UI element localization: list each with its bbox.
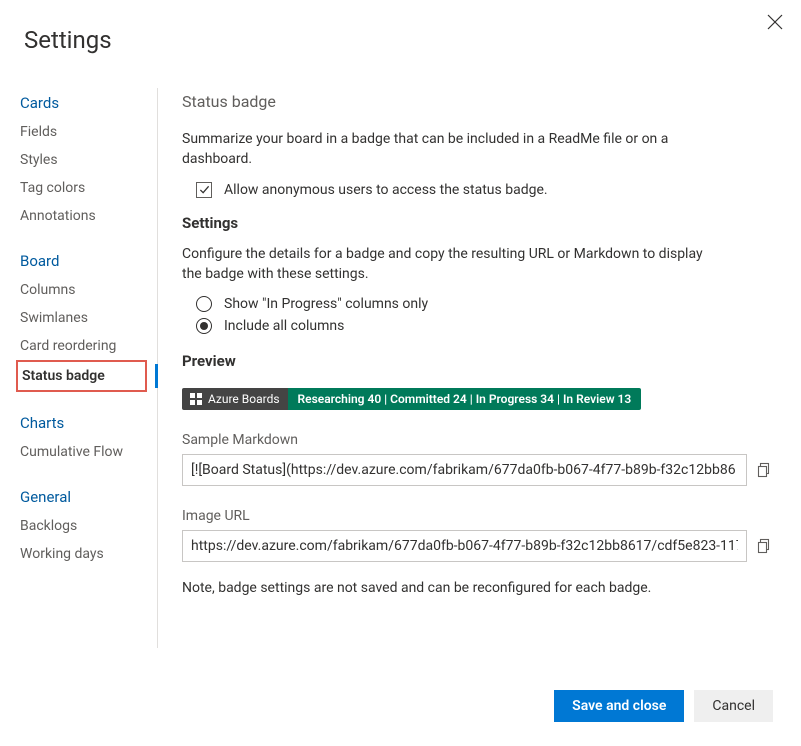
sidebar-header-cards[interactable]: Cards	[16, 88, 157, 118]
copy-icon	[757, 538, 773, 554]
imageurl-label: Image URL	[182, 508, 773, 524]
sidebar-group-general: General Backlogs Working days	[16, 482, 157, 568]
sidebar-item-tag-colors[interactable]: Tag colors	[16, 174, 157, 202]
azure-boards-icon	[190, 393, 202, 405]
sidebar-item-backlogs[interactable]: Backlogs	[16, 512, 157, 540]
sidebar-header-charts[interactable]: Charts	[16, 408, 157, 438]
sidebar-group-board: Board Columns Swimlanes Card reordering …	[16, 246, 157, 392]
sidebar-item-fields[interactable]: Fields	[16, 118, 157, 146]
radio-in-progress-only[interactable]: Show "In Progress" columns only	[196, 296, 773, 312]
sidebar-item-status-badge[interactable]: Status badge	[16, 360, 157, 392]
content-description: Summarize your board in a badge that can…	[182, 129, 712, 170]
badge-product-label: Azure Boards	[208, 392, 280, 406]
sidebar-item-styles[interactable]: Styles	[16, 146, 157, 174]
radio-label: Include all columns	[224, 318, 344, 334]
close-button[interactable]	[767, 14, 783, 30]
sidebar-item-working-days[interactable]: Working days	[16, 540, 157, 568]
radio-label: Show "In Progress" columns only	[224, 296, 428, 312]
sidebar-group-cards: Cards Fields Styles Tag colors Annotatio…	[16, 88, 157, 230]
sidebar-header-general[interactable]: General	[16, 482, 157, 512]
dialog-body: Cards Fields Styles Tag colors Annotatio…	[0, 88, 801, 648]
content-title: Status badge	[182, 92, 773, 111]
radio-icon	[196, 318, 212, 334]
settings-note: Note, badge settings are not saved and c…	[182, 580, 773, 596]
dialog-footer: Save and close Cancel	[554, 690, 773, 722]
badge-stats-segment: Researching 40 | Committed 24 | In Progr…	[288, 388, 642, 410]
sidebar-item-cumulative-flow[interactable]: Cumulative Flow	[16, 438, 157, 466]
checkmark-icon	[199, 184, 210, 195]
markdown-field-row	[182, 454, 773, 486]
copy-imageurl-button[interactable]	[757, 538, 773, 554]
badge-product-segment: Azure Boards	[182, 388, 288, 410]
content-pane: Status badge Summarize your board in a b…	[158, 88, 801, 648]
markdown-label: Sample Markdown	[182, 432, 773, 448]
copy-markdown-button[interactable]	[757, 462, 773, 478]
dialog-title: Settings	[0, 0, 801, 54]
close-icon	[767, 14, 783, 30]
imageurl-input[interactable]	[182, 530, 747, 562]
imageurl-field-row	[182, 530, 773, 562]
sidebar-item-card-reordering[interactable]: Card reordering	[16, 332, 157, 360]
sidebar-header-board[interactable]: Board	[16, 246, 157, 276]
settings-dialog: Settings Cards Fields Styles Tag colors …	[0, 0, 801, 746]
sidebar-item-columns[interactable]: Columns	[16, 276, 157, 304]
settings-subheader: Settings	[182, 214, 773, 232]
markdown-input[interactable]	[182, 454, 747, 486]
sidebar-group-charts: Charts Cumulative Flow	[16, 408, 157, 466]
save-and-close-button[interactable]: Save and close	[554, 690, 684, 722]
sidebar: Cards Fields Styles Tag colors Annotatio…	[0, 88, 158, 648]
sidebar-item-annotations[interactable]: Annotations	[16, 202, 157, 230]
allow-anonymous-checkbox[interactable]: Allow anonymous users to access the stat…	[196, 182, 773, 198]
copy-icon	[757, 462, 773, 478]
checkbox-icon	[196, 182, 212, 198]
preview-subheader: Preview	[182, 352, 773, 370]
radio-include-all-columns[interactable]: Include all columns	[196, 318, 773, 334]
radio-icon	[196, 296, 212, 312]
sidebar-item-swimlanes[interactable]: Swimlanes	[16, 304, 157, 332]
settings-description: Configure the details for a badge and co…	[182, 244, 712, 285]
status-badge-preview: Azure Boards Researching 40 | Committed …	[182, 388, 641, 410]
sidebar-item-label: Status badge	[16, 360, 147, 392]
allow-anonymous-label: Allow anonymous users to access the stat…	[224, 182, 548, 198]
cancel-button[interactable]: Cancel	[694, 690, 773, 722]
